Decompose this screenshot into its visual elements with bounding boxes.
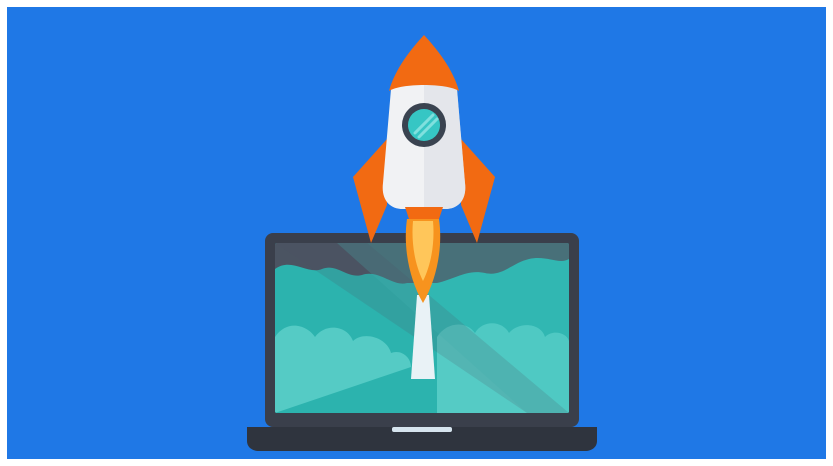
rocket-launch-illustration: [7, 7, 826, 459]
blue-background-panel: [7, 7, 826, 459]
image-frame: [0, 0, 833, 466]
rocket-nozzle: [405, 207, 443, 219]
laptop-notch: [392, 427, 452, 432]
